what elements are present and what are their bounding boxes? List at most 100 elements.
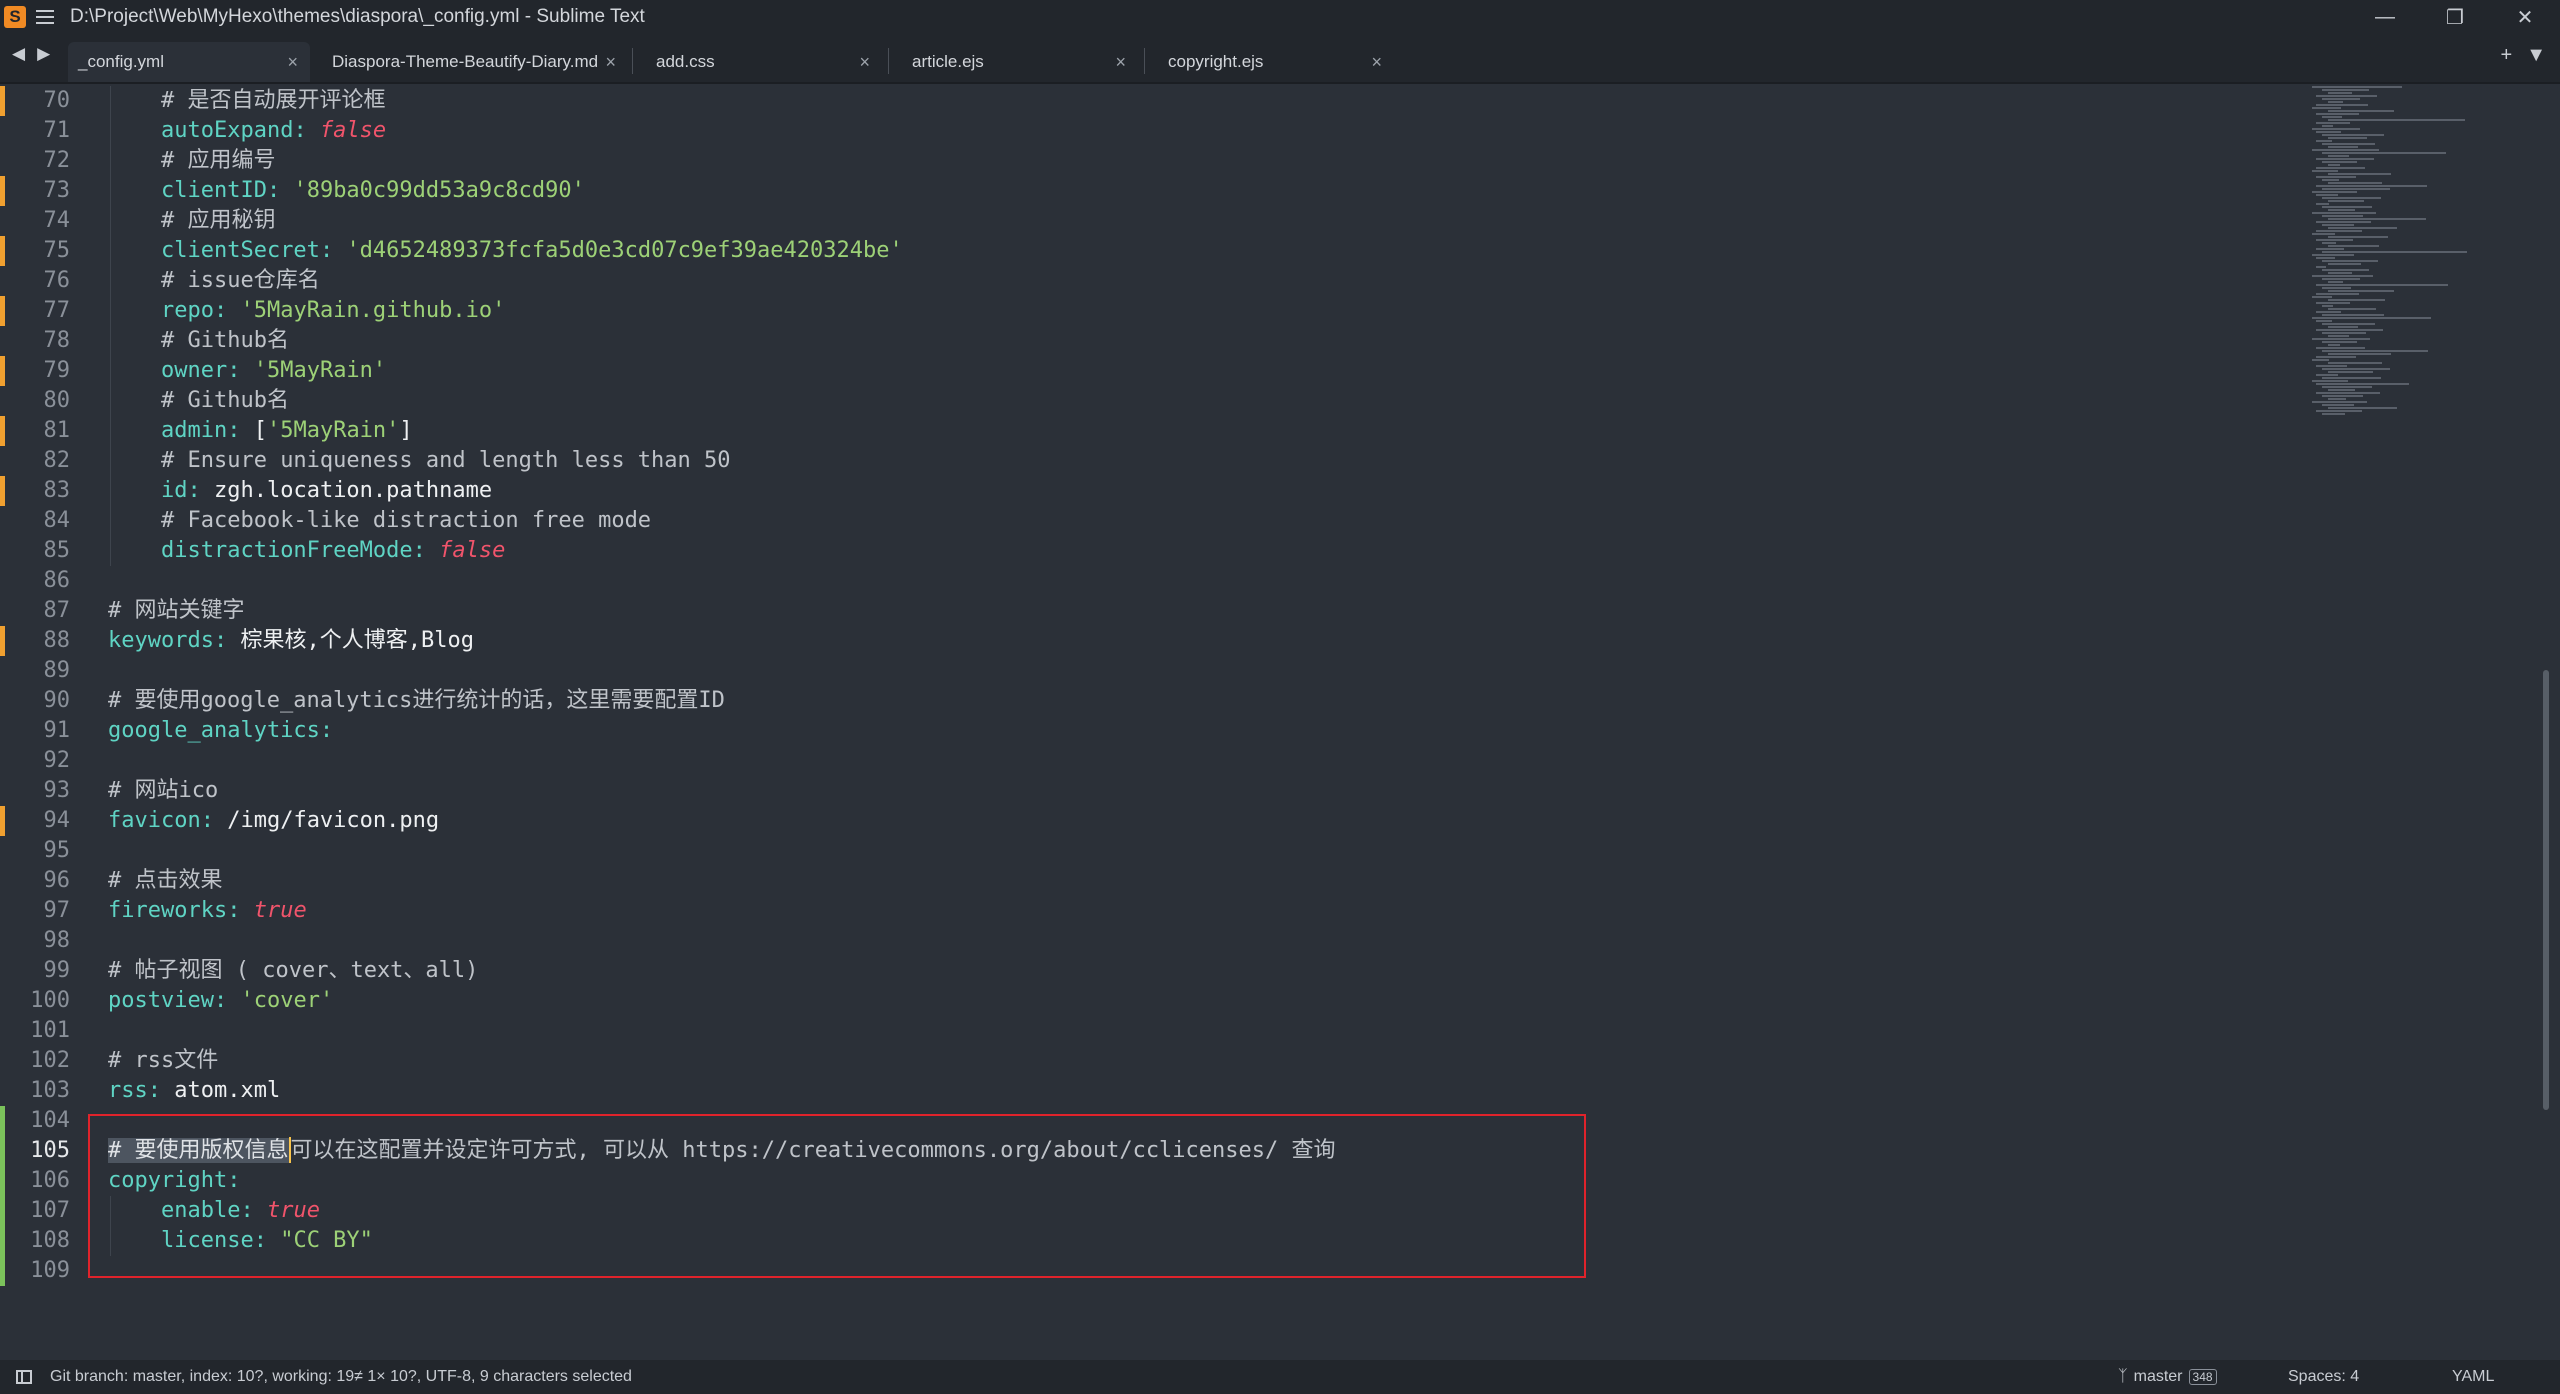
- code-line[interactable]: 74 # 应用秘钥: [0, 206, 2200, 236]
- code-line[interactable]: 91 google_analytics:: [0, 716, 2200, 746]
- tab-article-ejs[interactable]: article.ejs ×: [902, 42, 1138, 82]
- code-line[interactable]: 92: [0, 746, 2200, 776]
- line-code: distractionFreeMode: false: [108, 536, 505, 566]
- code-token: :: [213, 628, 241, 653]
- code-line[interactable]: 97 fireworks: true: [0, 896, 2200, 926]
- scrollbar-thumb[interactable]: [2543, 670, 2549, 1110]
- tab-next-icon[interactable]: ▶: [37, 44, 50, 64]
- code-line[interactable]: 89: [0, 656, 2200, 686]
- restore-button[interactable]: ❐: [2420, 0, 2490, 34]
- line-code: google_analytics:: [108, 716, 333, 746]
- tab-separator: [632, 48, 633, 74]
- tab-add-css[interactable]: add.css ×: [646, 42, 882, 82]
- line-code: # Ensure uniqueness and length less than…: [108, 446, 731, 476]
- code-line[interactable]: 86: [0, 566, 2200, 596]
- minimap-line: [2316, 203, 2329, 205]
- code-line[interactable]: 85 distractionFreeMode: false: [0, 536, 2200, 566]
- code-line[interactable]: 103 rss: atom.xml: [0, 1076, 2200, 1106]
- code-line[interactable]: 72 # 应用编号: [0, 146, 2200, 176]
- indent-guide: [110, 146, 111, 176]
- line-number: 98: [43, 928, 71, 953]
- code-token: :: [227, 898, 254, 923]
- status-text: Git branch: master, index: 10?, working:…: [50, 1368, 632, 1385]
- close-button[interactable]: ✕: [2490, 0, 2560, 34]
- minimap-line: [2312, 128, 2360, 130]
- code-line[interactable]: 87 # 网站关键字: [0, 596, 2200, 626]
- code-line[interactable]: 98: [0, 926, 2200, 956]
- code-line[interactable]: 75 clientSecret: 'd4652489373fcfa5d0e3cd…: [0, 236, 2200, 266]
- tab-label: add.css: [656, 52, 715, 71]
- code-line[interactable]: 84 # Facebook-like distraction free mode: [0, 506, 2200, 536]
- tab-config-yml[interactable]: _config.yml ×: [68, 42, 310, 82]
- line-code: clientSecret: 'd4652489373fcfa5d0e3cd07c…: [108, 236, 903, 266]
- window-controls: — ❐ ✕: [2350, 0, 2560, 34]
- code-line[interactable]: 102 # rss文件: [0, 1046, 2200, 1076]
- code-line[interactable]: 81 admin: ['5MayRain']: [0, 416, 2200, 446]
- indent-guide: [110, 86, 111, 116]
- code-line[interactable]: 76 # issue仓库名: [0, 266, 2200, 296]
- code-line[interactable]: 93 # 网站ico: [0, 776, 2200, 806]
- tab-close-icon[interactable]: ×: [859, 52, 870, 73]
- tab-close-icon[interactable]: ×: [605, 52, 616, 73]
- minimap-line: [2328, 299, 2385, 301]
- code-line[interactable]: 96 # 点击效果: [0, 866, 2200, 896]
- code-line[interactable]: 101: [0, 1016, 2200, 1046]
- minimap-line: [2322, 143, 2375, 145]
- menu-icon[interactable]: [36, 10, 54, 24]
- tab-close-icon[interactable]: ×: [287, 52, 298, 73]
- minimap-line: [2312, 296, 2332, 298]
- tab-dropdown-icon[interactable]: ▼: [2526, 44, 2546, 67]
- tab-close-icon[interactable]: ×: [1115, 52, 1126, 73]
- tab-prev-icon[interactable]: ◀: [12, 44, 25, 64]
- code-line[interactable]: 70 # 是否自动展开评论框: [0, 86, 2200, 116]
- editor-area[interactable]: 70 # 是否自动展开评论框 71 autoExpand: false 72 # 应…: [0, 84, 2560, 1360]
- line-number: 70: [43, 88, 71, 113]
- line-code: postview: 'cover': [108, 986, 333, 1016]
- tab-diary-md[interactable]: Diaspora-Theme-Beautify-Diary.md ×: [322, 42, 628, 82]
- code-line[interactable]: 73 clientID: '89ba0c99dd53a9c8cd90': [0, 176, 2200, 206]
- git-branch-indicator[interactable]: ᛉ master 348: [2118, 1368, 2217, 1386]
- panel-toggle-icon[interactable]: [16, 1370, 32, 1384]
- code-line[interactable]: 99 # 帖子视图 ( cover、text、all): [0, 956, 2200, 986]
- minimap-line: [2316, 176, 2356, 178]
- tab-close-icon[interactable]: ×: [1371, 52, 1382, 73]
- syntax-selector[interactable]: YAML: [2452, 1368, 2494, 1386]
- code-line[interactable]: 83 id: zgh.location.pathname: [0, 476, 2200, 506]
- code-line[interactable]: 79 owner: '5MayRain': [0, 356, 2200, 386]
- indentation-setting[interactable]: Spaces: 4: [2288, 1368, 2359, 1386]
- new-tab-icon[interactable]: +: [2501, 44, 2513, 67]
- line-number: 100: [30, 988, 70, 1013]
- line-number: 83: [43, 478, 71, 503]
- code-line[interactable]: 82 # Ensure uniqueness and length less t…: [0, 446, 2200, 476]
- line-code: # 网站关键字: [108, 596, 245, 626]
- line-number: 90: [43, 688, 71, 713]
- code-line[interactable]: 95: [0, 836, 2200, 866]
- sublime-icon[interactable]: S: [4, 6, 26, 28]
- code-token: '89ba0c99dd53a9c8cd90': [293, 178, 585, 203]
- code-line[interactable]: 77 repo: '5MayRain.github.io': [0, 296, 2200, 326]
- code-line[interactable]: 78 # Github名: [0, 326, 2200, 356]
- code-token: clientSecret: [160, 238, 320, 263]
- code-token: fireworks: [108, 898, 228, 923]
- minimap[interactable]: [2312, 84, 2502, 415]
- minimap-line: [2322, 305, 2333, 307]
- minimize-button[interactable]: —: [2350, 0, 2420, 34]
- code-line[interactable]: 80 # Github名: [0, 386, 2200, 416]
- code-line[interactable]: 94 favicon: /img/favicon.png: [0, 806, 2200, 836]
- code-line[interactable]: 88 keywords: 棕果核,个人博客,Blog: [0, 626, 2200, 656]
- indent-guide: [110, 266, 111, 296]
- code-line[interactable]: 100 postview: 'cover': [0, 986, 2200, 1016]
- indent-guide: [110, 236, 111, 266]
- code-line[interactable]: 71 autoExpand: false: [0, 116, 2200, 146]
- line-number: 95: [43, 838, 71, 863]
- tab-copyright-ejs[interactable]: copyright.ejs ×: [1158, 42, 1394, 82]
- minimap-line: [2328, 110, 2394, 112]
- minimap-line: [2322, 404, 2354, 406]
- code-line[interactable]: 90 # 要使用google_analytics进行统计的话，这里需要配置ID: [0, 686, 2200, 716]
